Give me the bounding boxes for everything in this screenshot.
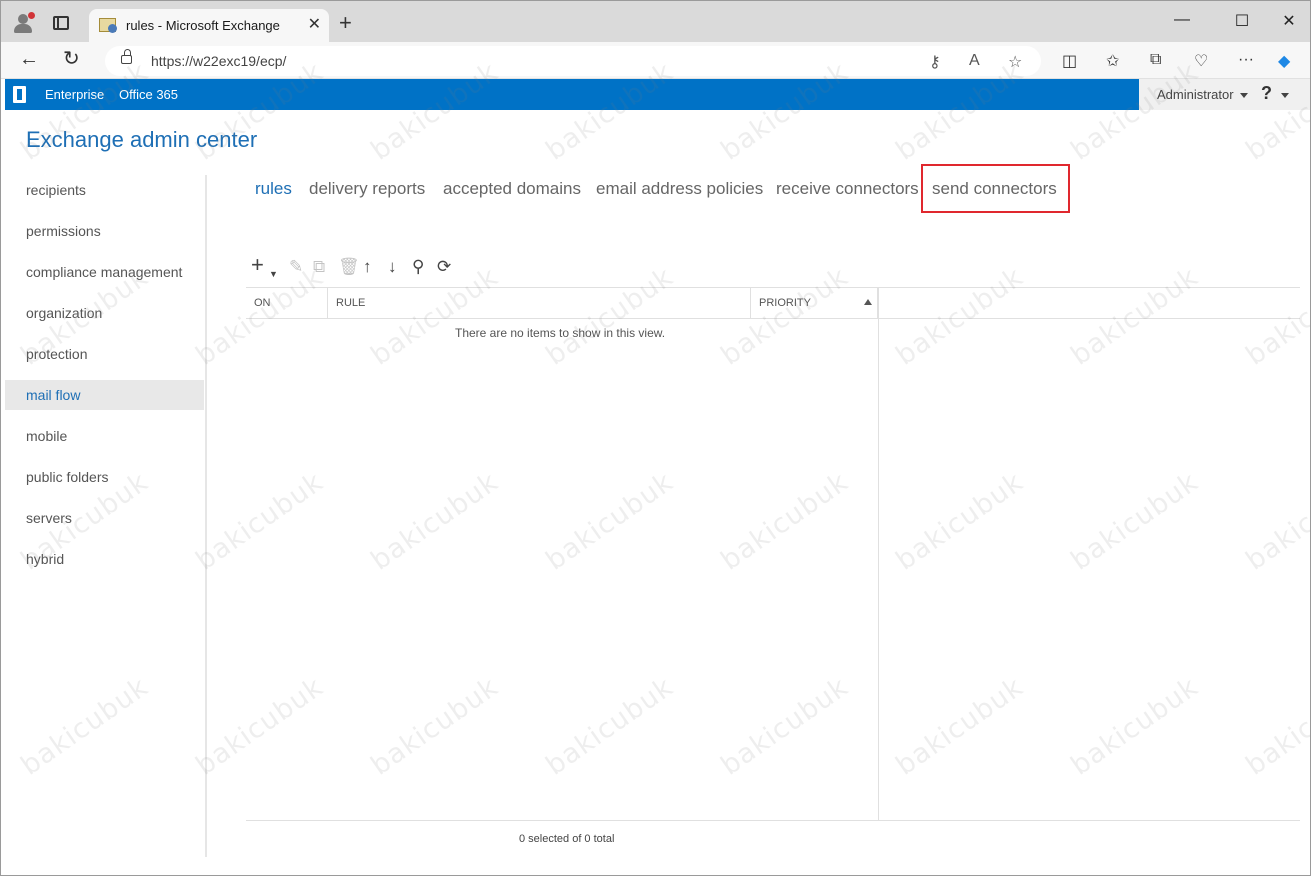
nav-item-recipients[interactable]: recipients bbox=[5, 175, 204, 205]
column-separator bbox=[750, 288, 751, 318]
favorites-icon[interactable]: ✩ bbox=[1106, 51, 1119, 71]
watermark-text: bakicubuk bbox=[1065, 261, 1205, 372]
profile-icon[interactable] bbox=[12, 12, 35, 34]
enterprise-link[interactable]: Enterprise bbox=[45, 87, 104, 102]
maximize-button[interactable]: ☐ bbox=[1230, 11, 1254, 31]
selection-status: 0 selected of 0 total bbox=[519, 833, 615, 845]
empty-list-message: There are no items to show in this view. bbox=[455, 326, 666, 340]
favorite-star-icon[interactable]: ☆ bbox=[1008, 52, 1022, 72]
copy-icon[interactable]: ⧉ bbox=[313, 257, 325, 277]
nav-item-mail-flow[interactable]: mail flow bbox=[5, 380, 204, 410]
page-title: Exchange admin center bbox=[26, 127, 258, 152]
watermark-text: bakicubuk bbox=[1240, 671, 1311, 782]
annotation-highlight-box bbox=[921, 164, 1070, 213]
watermark-text: bakicubuk bbox=[365, 671, 505, 782]
watermark-text: bakicubuk bbox=[1065, 466, 1205, 577]
watermark-text: bakicubuk bbox=[365, 261, 505, 372]
nav-item-organization[interactable]: organization bbox=[5, 298, 204, 328]
user-area: Administrator ? bbox=[1139, 79, 1310, 110]
move-down-icon[interactable]: ↓ bbox=[388, 257, 397, 277]
tab-receive-connectors[interactable]: receive connectors bbox=[776, 179, 919, 199]
tab-actions-icon[interactable] bbox=[53, 16, 69, 30]
nav-item-servers[interactable]: servers bbox=[5, 503, 204, 533]
tab-delivery-reports[interactable]: delivery reports bbox=[309, 179, 425, 199]
read-aloud-icon[interactable]: A bbox=[969, 52, 980, 70]
lock-icon bbox=[121, 49, 132, 64]
nav-item-permissions[interactable]: permissions bbox=[5, 216, 204, 246]
watermark-text: bakicubuk bbox=[715, 466, 855, 577]
copilot-icon[interactable]: ◆ bbox=[1278, 51, 1290, 71]
sort-ascending-icon[interactable] bbox=[864, 299, 872, 305]
watermark-text: bakicubuk bbox=[190, 261, 330, 372]
column-header-rule[interactable]: RULE bbox=[336, 297, 365, 309]
refresh-icon[interactable]: ↻ bbox=[63, 49, 80, 69]
watermark-text: bakicubuk bbox=[715, 261, 855, 372]
add-chevron-down-icon[interactable]: ▼ bbox=[269, 264, 278, 284]
details-pane-divider bbox=[878, 288, 879, 820]
office-logo-icon[interactable] bbox=[13, 86, 26, 103]
help-chevron-down-icon[interactable] bbox=[1281, 93, 1289, 98]
tab-email-address-policies[interactable]: email address policies bbox=[596, 179, 763, 199]
split-screen-icon[interactable]: ◫ bbox=[1062, 51, 1077, 71]
left-navigation: recipients permissions compliance manage… bbox=[5, 171, 205, 861]
column-header-priority[interactable]: PRIORITY bbox=[759, 297, 811, 309]
column-header-on[interactable]: ON bbox=[254, 297, 271, 309]
help-icon[interactable]: ? bbox=[1261, 83, 1272, 104]
browser-essentials-icon[interactable]: ♡ bbox=[1194, 51, 1208, 71]
watermark-text: bakicubuk bbox=[190, 466, 330, 577]
grid-top-border bbox=[246, 287, 1300, 288]
nav-item-hybrid[interactable]: hybrid bbox=[5, 544, 204, 574]
top-header-bar: Enterprise Office 365 Administrator ? bbox=[5, 79, 1310, 110]
user-chevron-down-icon[interactable] bbox=[1240, 93, 1248, 98]
watermark-text: bakicubuk bbox=[540, 466, 680, 577]
key-icon[interactable]: ⚷ bbox=[929, 52, 941, 72]
edit-icon[interactable]: ✎ bbox=[289, 257, 303, 277]
nav-item-public-folders[interactable]: public folders bbox=[5, 462, 204, 492]
watermark-text: bakicubuk bbox=[1240, 261, 1311, 372]
watermark-text: bakicubuk bbox=[1240, 466, 1311, 577]
watermark-text: bakicubuk bbox=[540, 261, 680, 372]
watermark-text: bakicubuk bbox=[890, 671, 1030, 782]
watermark-text: bakicubuk bbox=[190, 671, 330, 782]
tab-strip: rules - Microsoft Exchange ✕ + — ☐ ✕ bbox=[1, 1, 1310, 42]
watermark-text: bakicubuk bbox=[890, 261, 1030, 372]
close-window-button[interactable]: ✕ bbox=[1277, 11, 1301, 31]
office365-link[interactable]: Office 365 bbox=[119, 87, 178, 102]
exchange-favicon-icon bbox=[99, 18, 117, 33]
browser-window: rules - Microsoft Exchange ✕ + — ☐ ✕ ← ↻… bbox=[0, 0, 1311, 876]
tab-rules[interactable]: rules bbox=[255, 179, 292, 199]
left-nav-divider bbox=[205, 175, 207, 857]
grid-bottom-border bbox=[246, 820, 1300, 821]
new-tab-button[interactable]: + bbox=[339, 9, 352, 37]
collections-icon[interactable]: ⧉ bbox=[1150, 51, 1161, 69]
nav-item-compliance-management[interactable]: compliance management bbox=[5, 257, 204, 287]
user-menu[interactable]: Administrator bbox=[1157, 87, 1234, 102]
tab-accepted-domains[interactable]: accepted domains bbox=[443, 179, 581, 199]
add-icon[interactable]: + bbox=[251, 254, 264, 276]
move-up-icon[interactable]: ↑ bbox=[363, 257, 372, 277]
minimize-button[interactable]: — bbox=[1170, 11, 1194, 29]
search-icon[interactable]: ⚲ bbox=[412, 257, 424, 277]
url-text: https://w22exc19/ecp/ bbox=[151, 53, 287, 69]
more-menu-icon[interactable]: ··· bbox=[1238, 51, 1254, 69]
delete-icon[interactable]: 🗑 bbox=[338, 257, 360, 277]
watermark-text: bakicubuk bbox=[890, 466, 1030, 577]
browser-tab[interactable]: rules - Microsoft Exchange ✕ bbox=[89, 9, 329, 42]
back-icon[interactable]: ← bbox=[19, 49, 39, 69]
url-field[interactable]: https://w22exc19/ecp/ ⚷ A ☆ bbox=[105, 46, 1041, 76]
nav-item-mobile[interactable]: mobile bbox=[5, 421, 204, 451]
watermark-text: bakicubuk bbox=[1065, 671, 1205, 782]
tab-close-icon[interactable]: ✕ bbox=[308, 14, 321, 34]
watermark-text: bakicubuk bbox=[365, 466, 505, 577]
column-separator bbox=[327, 288, 328, 318]
nav-item-protection[interactable]: protection bbox=[5, 339, 204, 369]
grid-header-border bbox=[246, 318, 1300, 319]
refresh-list-icon[interactable]: ⟳ bbox=[437, 257, 451, 277]
watermark-text: bakicubuk bbox=[715, 671, 855, 782]
watermark-text: bakicubuk bbox=[540, 671, 680, 782]
address-bar: ← ↻ https://w22exc19/ecp/ ⚷ A ☆ ◫ ✩ ⧉ ♡ … bbox=[1, 42, 1310, 79]
tab-title: rules - Microsoft Exchange bbox=[126, 18, 280, 33]
